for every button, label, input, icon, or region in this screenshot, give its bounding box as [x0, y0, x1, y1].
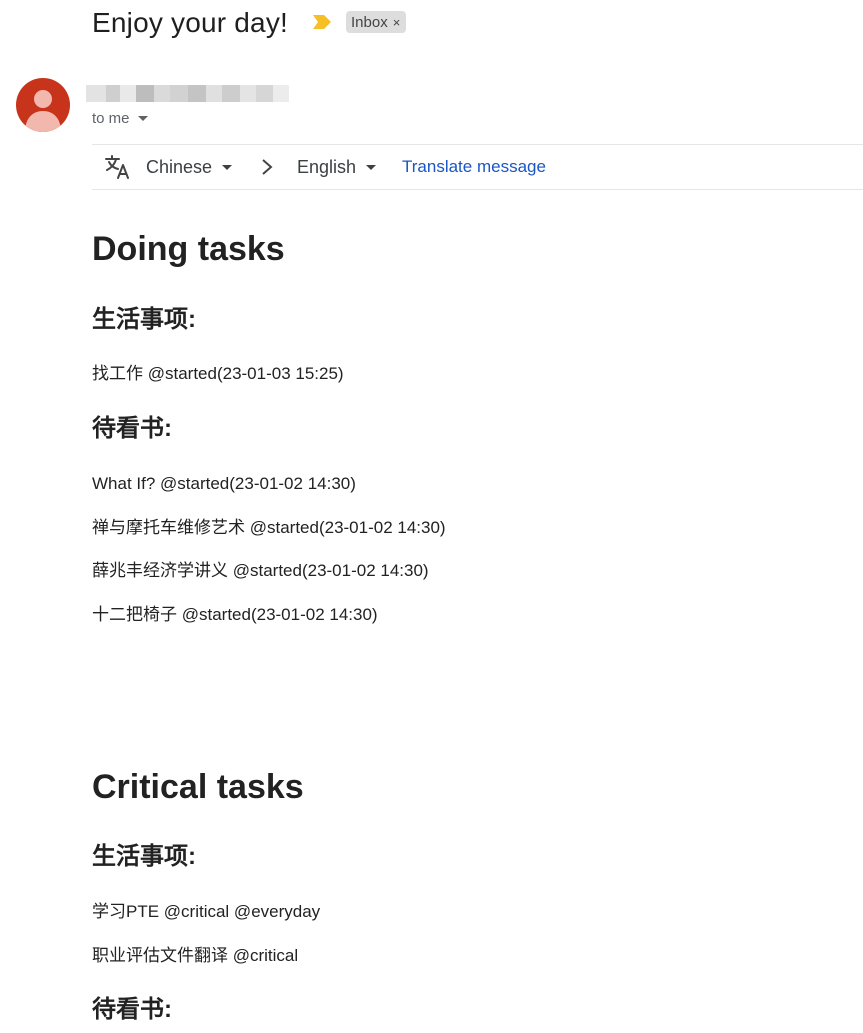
- task-item: 禅与摩托车维修艺术 @started(23-01-02 14:30): [92, 518, 446, 537]
- task-item: 学习PTE @critical @everyday: [92, 902, 321, 921]
- recipient-text: to me: [92, 110, 130, 127]
- person-icon: [25, 90, 61, 132]
- translate-icon: [105, 155, 129, 179]
- section-title-critical: Critical tasks: [92, 768, 304, 806]
- task-item: 十二把椅子 @started(23-01-02 14:30): [92, 605, 378, 624]
- email-subject: Enjoy your day!: [92, 7, 288, 38]
- label-chip-text: Inbox: [351, 13, 388, 31]
- label-chip-inbox: Inbox ×: [346, 11, 407, 33]
- target-language-label: English: [297, 156, 357, 177]
- task-item: 职业评估文件翻译 @critical: [92, 946, 299, 965]
- sender-name-redacted: [86, 85, 289, 102]
- task-item: 找工作 @started(23-01-03 15:25): [92, 364, 344, 383]
- task-item: 薛兆丰经济学讲义 @started(23-01-02 14:30): [92, 561, 429, 580]
- caret-down-icon: [366, 164, 377, 170]
- task-item: What If? @started(23-01-02 14:30): [92, 474, 356, 493]
- translate-bar: Chinese English Translate message: [92, 144, 863, 190]
- remove-label-icon[interactable]: ×: [393, 16, 401, 29]
- source-language-select[interactable]: Chinese: [146, 145, 233, 189]
- chevron-right-icon: [262, 159, 273, 175]
- avatar[interactable]: [16, 78, 70, 132]
- recipient-details-toggle[interactable]: to me: [92, 110, 148, 127]
- heading-books-to-read: 待看书:: [92, 415, 172, 442]
- chevron-down-icon: [137, 116, 148, 121]
- heading-books-to-read: 待看书:: [92, 996, 172, 1023]
- section-title-doing: Doing tasks: [92, 230, 285, 268]
- caret-down-icon: [222, 164, 233, 170]
- source-language-label: Chinese: [146, 156, 213, 177]
- heading-life-matters: 生活事项:: [92, 306, 196, 333]
- heading-life-matters: 生活事项:: [92, 843, 196, 870]
- target-language-select[interactable]: English: [297, 145, 377, 189]
- translate-message-link[interactable]: Translate message: [402, 145, 546, 189]
- importance-marker-icon[interactable]: [312, 14, 332, 30]
